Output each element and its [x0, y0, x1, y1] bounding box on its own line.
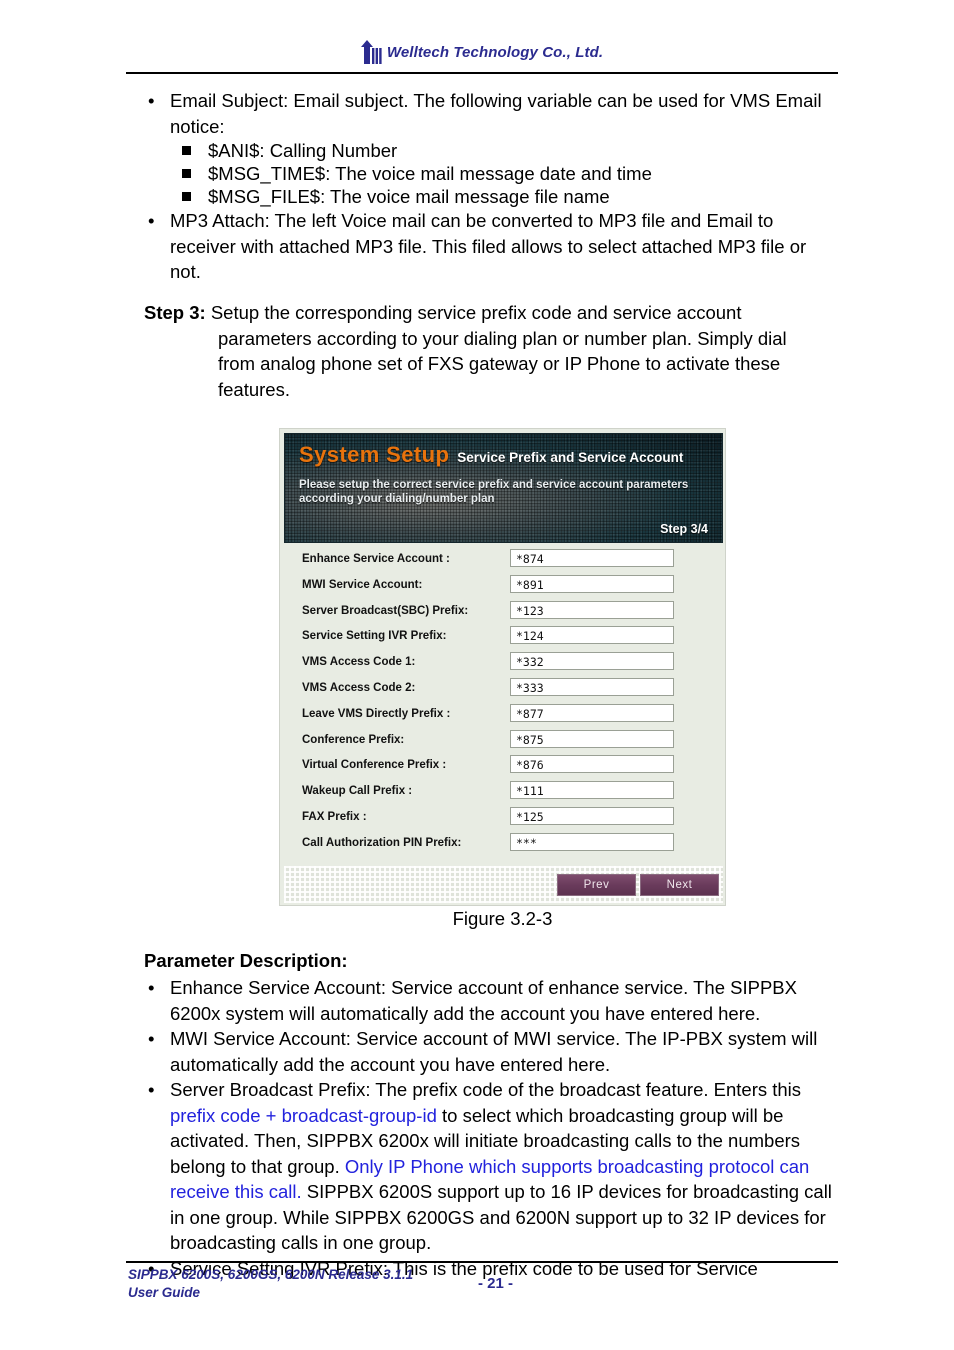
form-row: Enhance Service Account : *874 — [284, 549, 723, 575]
embedded-screenshot-figure: System Setup Service Prefix and Service … — [279, 428, 726, 906]
virtual-conference-prefix-input[interactable]: *876 — [510, 755, 674, 774]
fax-prefix-input[interactable]: *125 — [510, 806, 674, 825]
param-text: MWI Service Account: Service account of … — [170, 1028, 818, 1075]
service-prefix-form: Enhance Service Account : *874 MWI Servi… — [284, 549, 723, 865]
form-row: MWI Service Account: *891 — [284, 574, 723, 601]
call-authorization-pin-prefix-input[interactable]: *** — [510, 832, 674, 851]
form-row: FAX Prefix : *125 — [284, 806, 723, 833]
square-bullet-icon — [182, 146, 191, 155]
next-button[interactable]: Next — [640, 874, 719, 896]
banner-description: Please setup the correct service prefix … — [299, 479, 689, 505]
step-line-2: parameters according to your dialing pla… — [218, 327, 787, 349]
form-row: Call Authorization PIN Prefix: *** — [284, 832, 723, 859]
banner-title: System Setup — [299, 442, 450, 467]
sub-bullet-text: $MSG_TIME$: The voice mail message date … — [208, 163, 652, 184]
step-line-4: features. — [218, 378, 290, 400]
setup-wizard-banner: System Setup Service Prefix and Service … — [284, 433, 723, 543]
server-broadcast-prefix-input[interactable]: *123 — [510, 600, 674, 619]
form-row: Conference Prefix: *875 — [284, 729, 723, 756]
bullet-list: • Email Subject: Email subject. The foll… — [126, 88, 842, 285]
parameter-description-section: Parameter Description: • Enhance Service… — [126, 948, 846, 1281]
parameter-description-heading: Parameter Description: — [144, 950, 348, 971]
bullet-dot-icon: • — [148, 1079, 155, 1100]
param-text: Server Broadcast Prefix: The prefix code… — [170, 1079, 802, 1100]
field-label: Leave VMS Directly Prefix : — [302, 707, 451, 720]
form-row: VMS Access Code 1: *332 — [284, 652, 723, 678]
parameter-bullet-list: • Enhance Service Account: Service accou… — [126, 975, 846, 1281]
field-label: Virtual Conference Prefix : — [302, 759, 447, 772]
header-logo-row: Welltech Technology Co., Ltd. — [126, 36, 838, 68]
param-text-highlight: prefix code + broadcast-group-id — [170, 1104, 437, 1126]
vms-access-code-2-input[interactable]: *333 — [510, 677, 674, 696]
param-text: Enhance Service Account: Service account… — [170, 977, 797, 1024]
bullet-dot-icon: • — [148, 977, 155, 998]
footer-divider — [126, 1261, 838, 1263]
step-line-3: from analog phone set of FXS gateway or … — [218, 353, 781, 374]
sub-bullet-text: $ANI$: Calling Number — [208, 140, 398, 161]
leave-vms-directly-prefix-input[interactable]: *877 — [510, 703, 674, 722]
list-item: • Enhance Service Account: Service accou… — [126, 975, 846, 1026]
step-3-paragraph: Step 3: Setup the corresponding service … — [144, 300, 844, 402]
step-label: Step 3: — [144, 302, 206, 323]
field-label: Service Setting IVR Prefix: — [302, 630, 447, 643]
list-item: • Server Broadcast Prefix: The prefix co… — [126, 1077, 846, 1256]
intro-bullet-section: • Email Subject: Email subject. The foll… — [126, 88, 842, 285]
company-name: Welltech Technology Co., Ltd. — [386, 43, 604, 61]
footer-line-2: User Guide — [128, 1285, 201, 1300]
square-bullet-icon — [182, 192, 191, 201]
field-label: Wakeup Call Prefix : — [302, 785, 413, 798]
field-label: Call Authorization PIN Prefix: — [302, 836, 462, 849]
mwi-service-account-input[interactable]: *891 — [510, 574, 674, 593]
prev-button[interactable]: Prev — [557, 874, 636, 896]
banner-title-row: System Setup Service Prefix and Service … — [299, 442, 683, 468]
form-row: Server Broadcast(SBC) Prefix: *123 — [284, 600, 723, 627]
header-divider — [126, 72, 838, 74]
welltech-arrow-logo-icon — [360, 40, 383, 64]
page-number: - 21 - — [478, 1275, 514, 1292]
page-header: Welltech Technology Co., Ltd. — [126, 36, 838, 76]
list-item: • MP3 Attach: The left Voice mail can be… — [126, 208, 842, 285]
banner-subtitle: Service Prefix and Service Account — [457, 450, 684, 465]
bullet-text: Email Subject: Email subject. The follow… — [170, 90, 822, 137]
field-label: MWI Service Account: — [302, 578, 423, 591]
bullet-dot-icon: • — [148, 210, 155, 231]
vms-access-code-1-input[interactable]: *332 — [510, 652, 674, 671]
field-label: FAX Prefix : — [302, 810, 367, 823]
figure-caption: Figure 3.2-3 — [452, 908, 553, 929]
square-bullet-icon — [182, 169, 191, 178]
wizard-footer: Prev Next — [284, 866, 723, 903]
form-row: Wakeup Call Prefix : *111 — [284, 781, 723, 807]
list-item: $MSG_TIME$: The voice mail message date … — [170, 162, 842, 185]
step-line-1: Setup the corresponding service prefix c… — [205, 302, 742, 323]
field-label: VMS Access Code 2: — [302, 681, 416, 694]
conference-prefix-input[interactable]: *875 — [510, 729, 674, 748]
bullet-dot-icon: • — [148, 1028, 155, 1049]
sub-bullet-list: $ANI$: Calling Number $MSG_TIME$: The vo… — [170, 139, 842, 208]
footer-line-1: SIPPBX 6200S, 6200GS, 6200N Release 3.1.… — [128, 1267, 414, 1282]
field-label: Server Broadcast(SBC) Prefix: — [302, 604, 469, 617]
wakeup-call-prefix-input[interactable]: *111 — [510, 781, 674, 800]
list-item: $MSG_FILE$: The voice mail message file … — [170, 185, 842, 208]
service-setting-ivr-prefix-input[interactable]: *124 — [510, 626, 674, 645]
bullet-dot-icon: • — [148, 90, 155, 111]
form-row: Service Setting IVR Prefix: *124 — [284, 626, 723, 652]
field-label: VMS Access Code 1: — [302, 656, 416, 669]
list-item: • MWI Service Account: Service account o… — [126, 1026, 846, 1077]
sub-bullet-text: $MSG_FILE$: The voice mail message file … — [208, 186, 610, 207]
field-label: Enhance Service Account : — [302, 553, 450, 565]
footer-product-info: SIPPBX 6200S, 6200GS, 6200N Release 3.1.… — [128, 1266, 413, 1302]
field-label: Conference Prefix: — [302, 733, 405, 746]
step-indicator: Step 3/4 — [660, 522, 708, 536]
enhance-service-account-input[interactable]: *874 — [510, 549, 674, 567]
bullet-text: MP3 Attach: The left Voice mail can be c… — [170, 210, 807, 282]
form-row: Virtual Conference Prefix : *876 — [284, 755, 723, 781]
document-page: Welltech Technology Co., Ltd. • Email Su… — [0, 0, 954, 1350]
page-footer: SIPPBX 6200S, 6200GS, 6200N Release 3.1.… — [128, 1266, 840, 1310]
form-row: Leave VMS Directly Prefix : *877 — [284, 703, 723, 730]
list-item: • Email Subject: Email subject. The foll… — [126, 88, 842, 208]
list-item: $ANI$: Calling Number — [170, 139, 842, 162]
form-row: VMS Access Code 2: *333 — [284, 677, 723, 704]
